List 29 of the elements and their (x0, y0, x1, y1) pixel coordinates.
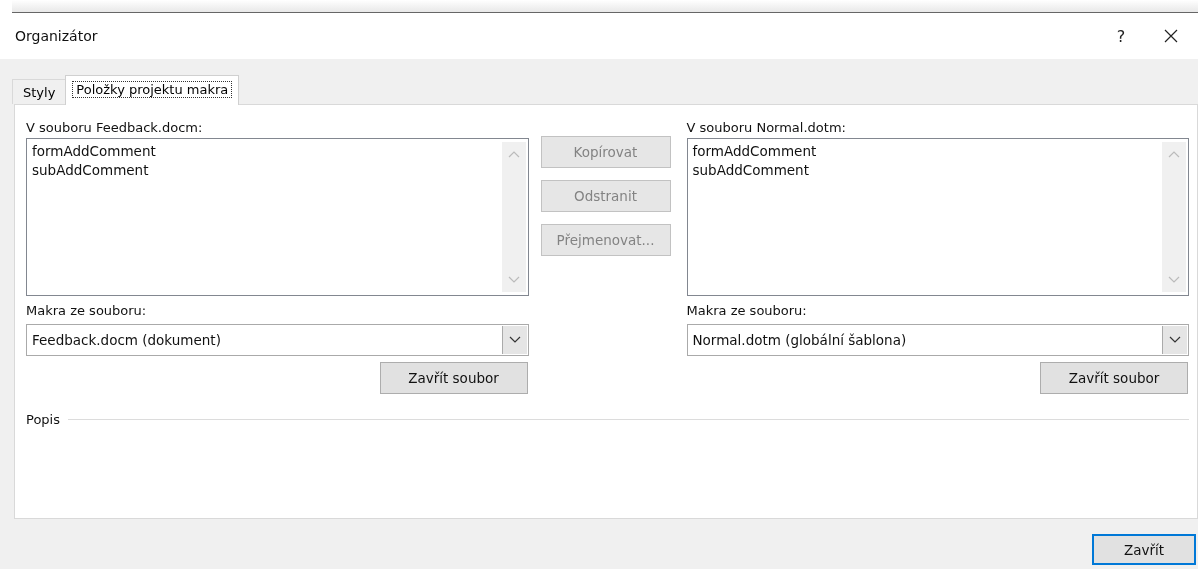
close-icon (1164, 29, 1178, 43)
scrollbar[interactable] (501, 142, 526, 292)
close-file-button[interactable]: Zavřít soubor (1040, 362, 1188, 394)
window-title: Organizátor (15, 28, 98, 44)
chevron-down-icon[interactable] (1169, 336, 1181, 344)
source-dropdown[interactable]: Normal.dotm (globální šablona) (686, 324, 1189, 356)
list-label: V souboru Feedback.docm: (26, 120, 204, 137)
scroll-up-icon[interactable] (507, 150, 520, 158)
list-item[interactable]: formAddComment (692, 142, 1157, 161)
scroll-down-icon[interactable] (507, 276, 520, 284)
description-label: Popis (26, 412, 60, 427)
tab[interactable]: Položky projektu makra (65, 75, 240, 105)
chevron-down-icon[interactable] (508, 336, 521, 344)
list-item[interactable]: formAddComment (32, 142, 497, 161)
list-item[interactable]: subAddComment (692, 161, 1157, 180)
dropdown-label: Makra ze souboru: (686, 303, 808, 320)
close-button[interactable]: Zavřít (1092, 534, 1196, 565)
macro-list[interactable]: formAddComment subAddComment (26, 138, 529, 296)
scroll-up-icon[interactable] (1168, 150, 1180, 158)
scrollbar[interactable] (1162, 142, 1186, 292)
macro-list[interactable]: formAddComment subAddComment (686, 138, 1189, 296)
scroll-down-icon[interactable] (1168, 276, 1180, 284)
list-label: V souboru Normal.dotm: (686, 120, 847, 137)
help-button[interactable]: ? (1098, 20, 1144, 52)
dropdown-label: Makra ze souboru: (26, 303, 148, 320)
close-file-button[interactable]: Zavřít soubor (379, 362, 528, 394)
tab[interactable]: Styly (12, 79, 67, 104)
list-item[interactable]: subAddComment (32, 161, 497, 180)
source-dropdown[interactable]: Feedback.docm (dokument) (26, 324, 529, 356)
